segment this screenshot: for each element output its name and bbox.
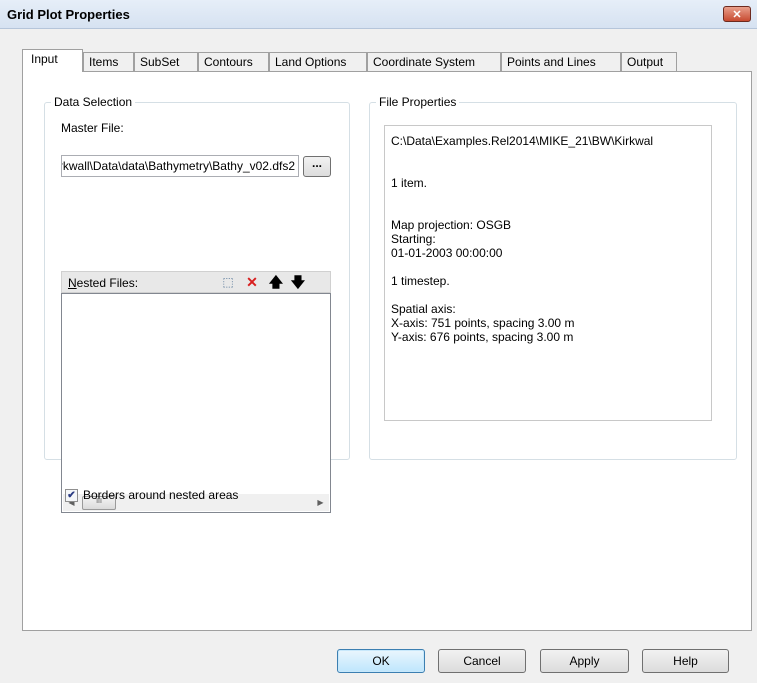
window-title: Grid Plot Properties	[7, 7, 130, 22]
input-tab-panel: Data Selection Master File: C:\Data\Exam…	[22, 71, 752, 631]
apply-button[interactable]: Apply	[540, 649, 629, 673]
item-count-text: 1 item.	[391, 176, 428, 190]
help-button[interactable]: Help	[642, 649, 729, 673]
master-file-field[interactable]: C:\Data\Examples.Rel2014\MIKE_21\BW\Kirk…	[61, 155, 299, 177]
nested-files-list[interactable]: ◀ III ▶	[61, 293, 331, 513]
borders-checkbox[interactable]: ✔	[65, 489, 78, 502]
data-selection-title: Data Selection	[51, 95, 136, 109]
cancel-button[interactable]: Cancel	[438, 649, 526, 673]
title-bar: Grid Plot Properties ✕	[0, 0, 757, 29]
dialog-body: Input Items SubSet Contours Land Options…	[0, 29, 757, 683]
tab-items[interactable]: Items	[83, 52, 134, 71]
y-axis-text: Y-axis: 676 points, spacing 3.00 m	[391, 330, 574, 344]
tab-subset[interactable]: SubSet	[134, 52, 198, 71]
tab-coordinate-system[interactable]: Coordinate System	[367, 52, 501, 71]
starting-label: Starting:	[391, 232, 436, 246]
master-file-label: Master File:	[61, 121, 124, 135]
data-selection-group: Data Selection Master File: C:\Data\Exam…	[44, 95, 350, 513]
scroll-right-icon[interactable]: ▶	[312, 494, 329, 511]
tab-points-and-lines[interactable]: Points and Lines	[501, 52, 621, 71]
borders-label[interactable]: Borders around nested areas	[83, 488, 238, 502]
spatial-axis-label: Spatial axis:	[391, 302, 456, 316]
browse-button[interactable]: ...	[303, 156, 331, 177]
file-properties-text: C:\Data\Examples.Rel2014\MIKE_21\BW\Kirk…	[384, 125, 712, 421]
close-button[interactable]: ✕	[723, 6, 751, 22]
close-icon: ✕	[732, 9, 742, 21]
move-down-icon[interactable]: 🡇	[290, 274, 306, 290]
tab-land-options[interactable]: Land Options	[269, 52, 367, 71]
file-properties-title: File Properties	[376, 95, 460, 109]
tab-contours[interactable]: Contours	[198, 52, 269, 71]
tab-input[interactable]: Input	[22, 49, 83, 72]
file-path-text: C:\Data\Examples.Rel2014\MIKE_21\BW\Kirk…	[391, 134, 654, 148]
delete-icon[interactable]: ✕	[244, 274, 260, 290]
x-axis-text: X-axis: 751 points, spacing 3.00 m	[391, 316, 575, 330]
nested-files-label: Nested Files:	[68, 276, 139, 290]
move-up-icon[interactable]: 🡅	[268, 274, 284, 290]
ok-button[interactable]: OK	[337, 649, 425, 673]
timestep-count-text: 1 timestep.	[391, 274, 450, 288]
projection-text: Map projection: OSGB	[391, 218, 512, 232]
start-date-text: 01-01-2003 00:00:00	[391, 246, 503, 260]
file-properties-group: File Properties C:\Data\Examples.Rel2014…	[369, 95, 737, 460]
tab-output[interactable]: Output	[621, 52, 677, 71]
nested-files-header: Nested Files: ⬚ ✕ 🡅 🡇	[61, 271, 331, 293]
new-file-icon[interactable]: ⬚	[220, 274, 236, 290]
